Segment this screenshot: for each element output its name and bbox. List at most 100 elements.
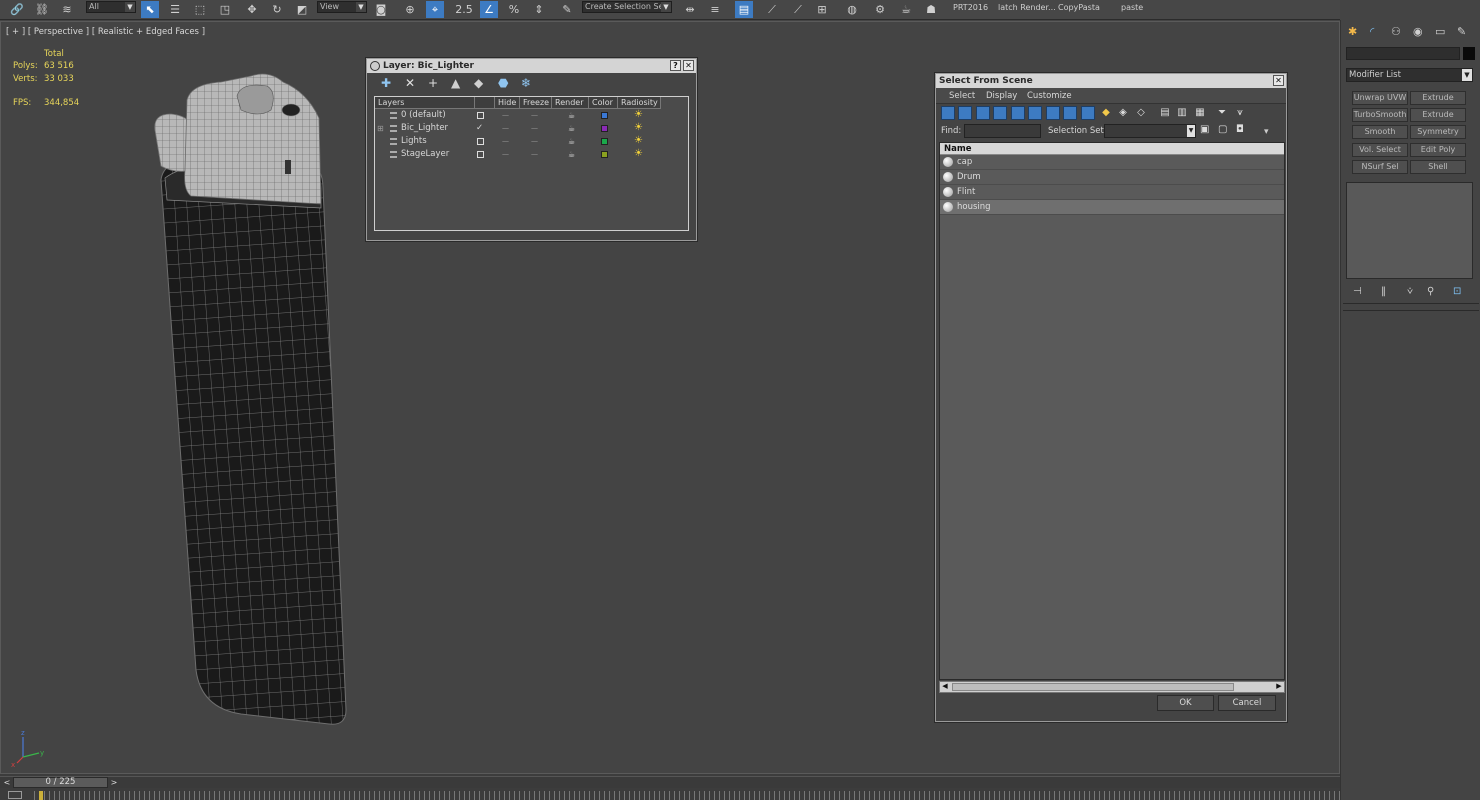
configure-sets-icon[interactable]: ⊡ <box>1453 286 1461 297</box>
freeze-toggle[interactable]: — <box>531 135 538 148</box>
filter-spacewarps-icon[interactable] <box>1028 106 1042 120</box>
list-item[interactable]: Drum <box>940 170 1284 185</box>
render-setup-icon[interactable]: ⚙ <box>871 1 889 18</box>
column-layers[interactable]: Layers <box>375 97 475 109</box>
scene-dialog-titlebar[interactable]: Select From Scene ✕ <box>936 74 1286 88</box>
layer-row[interactable]: Lights — — ☕ ☀ <box>375 135 661 148</box>
remove-modifier-icon[interactable]: ⚲ <box>1427 286 1434 297</box>
select-manipulate-icon[interactable]: ⊕ <box>401 1 419 18</box>
show-end-result-icon[interactable]: ‖ <box>1381 286 1386 297</box>
ok-button[interactable]: OK <box>1157 695 1214 711</box>
lighter-wireframe-model[interactable] <box>141 70 371 730</box>
scale-icon[interactable]: ◩ <box>293 1 311 18</box>
layer-list[interactable]: Layers Hide Freeze Render Color Radiosit… <box>374 96 689 231</box>
make-unique-icon[interactable]: ⩒ <box>1407 286 1413 297</box>
track-bar-ticks[interactable] <box>34 791 1340 800</box>
close-button[interactable]: ✕ <box>683 60 694 71</box>
modifier-button-edit-poly[interactable]: Edit Poly <box>1410 143 1466 157</box>
menu-select[interactable]: Select <box>949 91 975 101</box>
modifier-button-turbosmooth[interactable]: TurboSmooth <box>1352 108 1408 122</box>
display-all-icon[interactable]: ▤ <box>1158 106 1172 120</box>
selection-set-dropdown[interactable]: ▼ <box>1104 124 1196 138</box>
modifier-list-dropdown[interactable]: Modifier List ▼ <box>1346 68 1473 82</box>
list-item[interactable]: Flint <box>940 185 1284 200</box>
reference-coordinate-dropdown[interactable]: View ▼ <box>317 1 367 13</box>
filter-bones-icon[interactable] <box>1081 106 1095 120</box>
layer-dialog-titlebar[interactable]: Layer: Bic_Lighter ? ✕ <box>367 59 696 73</box>
selection-filter-dropdown[interactable]: All ▼ <box>86 1 136 13</box>
current-layer-toggle[interactable] <box>477 138 484 145</box>
display-invert-icon[interactable]: ▦ <box>1193 106 1207 120</box>
column-render[interactable]: Render <box>552 97 589 109</box>
spinner-snap-icon[interactable]: ⇕ <box>530 1 548 18</box>
angle-snap-icon[interactable]: ∠ <box>480 1 498 18</box>
layer-row[interactable]: StageLayer — — ☕ ☀ <box>375 148 661 161</box>
render-teapot-icon[interactable]: ☕ <box>568 148 575 161</box>
scroll-right-icon[interactable]: ▶ <box>1274 682 1284 692</box>
cancel-button[interactable]: Cancel <box>1218 695 1276 711</box>
modifier-button-shell[interactable]: Shell <box>1410 160 1466 174</box>
modifier-button-smooth[interactable]: Smooth <box>1352 125 1408 139</box>
edit-named-selection-icon[interactable]: ✎ <box>558 1 576 18</box>
percent-snap-icon[interactable]: % <box>505 1 523 18</box>
render-production-icon[interactable]: ☗ <box>922 1 940 18</box>
modifier-button-unwrap-uvw[interactable]: Unwrap UVW <box>1352 91 1408 105</box>
layer-color-swatch[interactable] <box>601 125 608 132</box>
render-teapot-icon[interactable]: ☕ <box>568 122 575 135</box>
hide-all-icon[interactable]: ⬣ <box>498 76 508 90</box>
radiosity-icon[interactable]: ☀ <box>634 134 643 147</box>
snap-toggle-icon[interactable]: 2.5 <box>455 1 473 18</box>
custom-button-prt2016[interactable]: PRT2016 <box>953 3 988 12</box>
display-tab-icon[interactable]: ▭ <box>1435 25 1445 38</box>
rendered-frame-icon[interactable]: ☕ <box>897 1 915 18</box>
hide-toggle[interactable]: — <box>502 148 509 161</box>
next-frame-button[interactable]: > <box>109 777 119 788</box>
modifier-button-vol-select[interactable]: Vol. Select <box>1352 143 1408 157</box>
freeze-toggle[interactable]: — <box>531 109 538 122</box>
layer-row[interactable]: ⊞ Bic_Lighter ✓ — — ☕ ☀ <box>375 122 661 135</box>
add-to-layer-icon[interactable]: + <box>428 76 438 90</box>
display-none-icon[interactable]: ▥ <box>1175 106 1189 120</box>
close-button[interactable]: ✕ <box>1273 75 1284 86</box>
modifier-button-nsurf-sel[interactable]: NSurf Sel <box>1352 160 1408 174</box>
column-freeze[interactable]: Freeze <box>520 97 552 109</box>
layer-row[interactable]: 0 (default) — — ☕ ☀ <box>375 109 661 122</box>
filter-containers-icon[interactable]: ◆ <box>1099 106 1113 120</box>
filter-lights-icon[interactable] <box>976 106 990 120</box>
rotate-icon[interactable]: ↻ <box>268 1 286 18</box>
modifier-button-extrude[interactable]: Extrude <box>1410 91 1466 105</box>
select-by-name-icon[interactable]: ☰ <box>166 1 184 18</box>
select-object-icon[interactable]: ⬉ <box>141 1 159 18</box>
render-teapot-icon[interactable]: ☕ <box>568 135 575 148</box>
current-layer-toggle[interactable] <box>477 112 484 119</box>
highlight-selected-icon[interactable]: ◆ <box>474 76 483 90</box>
new-layer-icon[interactable]: ✚ <box>381 76 391 90</box>
filter-helpers-icon[interactable] <box>1011 106 1025 120</box>
expand-icon[interactable]: ⊞ <box>377 122 384 135</box>
material-editor-icon[interactable]: ◍ <box>843 1 861 18</box>
motion-tab-icon[interactable]: ◉ <box>1413 25 1423 38</box>
filter-xrefs-icon[interactable] <box>1063 106 1077 120</box>
freeze-toggle[interactable]: — <box>531 122 538 135</box>
link-icon[interactable]: 🔗 <box>8 1 26 18</box>
freeze-toggle[interactable]: — <box>531 148 538 161</box>
custom-button-copypasta[interactable]: CopyPasta <box>1058 3 1100 12</box>
radiosity-icon[interactable]: ☀ <box>634 108 643 121</box>
filter-all-icon[interactable]: ⩛ <box>1233 106 1247 120</box>
custom-button-paste[interactable]: paste <box>1121 3 1143 12</box>
filter-icon[interactable]: ⏷ <box>1215 106 1229 120</box>
region-select-icon[interactable]: ⬚ <box>191 1 209 18</box>
window-crossing-icon[interactable]: ◳ <box>216 1 234 18</box>
scroll-left-icon[interactable]: ◀ <box>940 682 950 692</box>
modify-tab-icon[interactable]: ◜ <box>1370 25 1374 38</box>
hierarchy-tab-icon[interactable]: ⚇ <box>1391 25 1401 38</box>
filter-groups-icon[interactable] <box>1046 106 1060 120</box>
object-color-swatch[interactable] <box>1463 47 1475 60</box>
layer-color-swatch[interactable] <box>601 151 608 158</box>
filter-frozen-icon[interactable]: ◈ <box>1116 106 1130 120</box>
current-layer-toggle[interactable] <box>477 151 484 158</box>
hide-toggle[interactable]: — <box>502 122 509 135</box>
list-item-selected[interactable]: housing <box>940 200 1284 215</box>
menu-customize[interactable]: Customize <box>1027 91 1072 101</box>
add-selection-set-icon[interactable]: ▢ <box>1218 124 1227 135</box>
